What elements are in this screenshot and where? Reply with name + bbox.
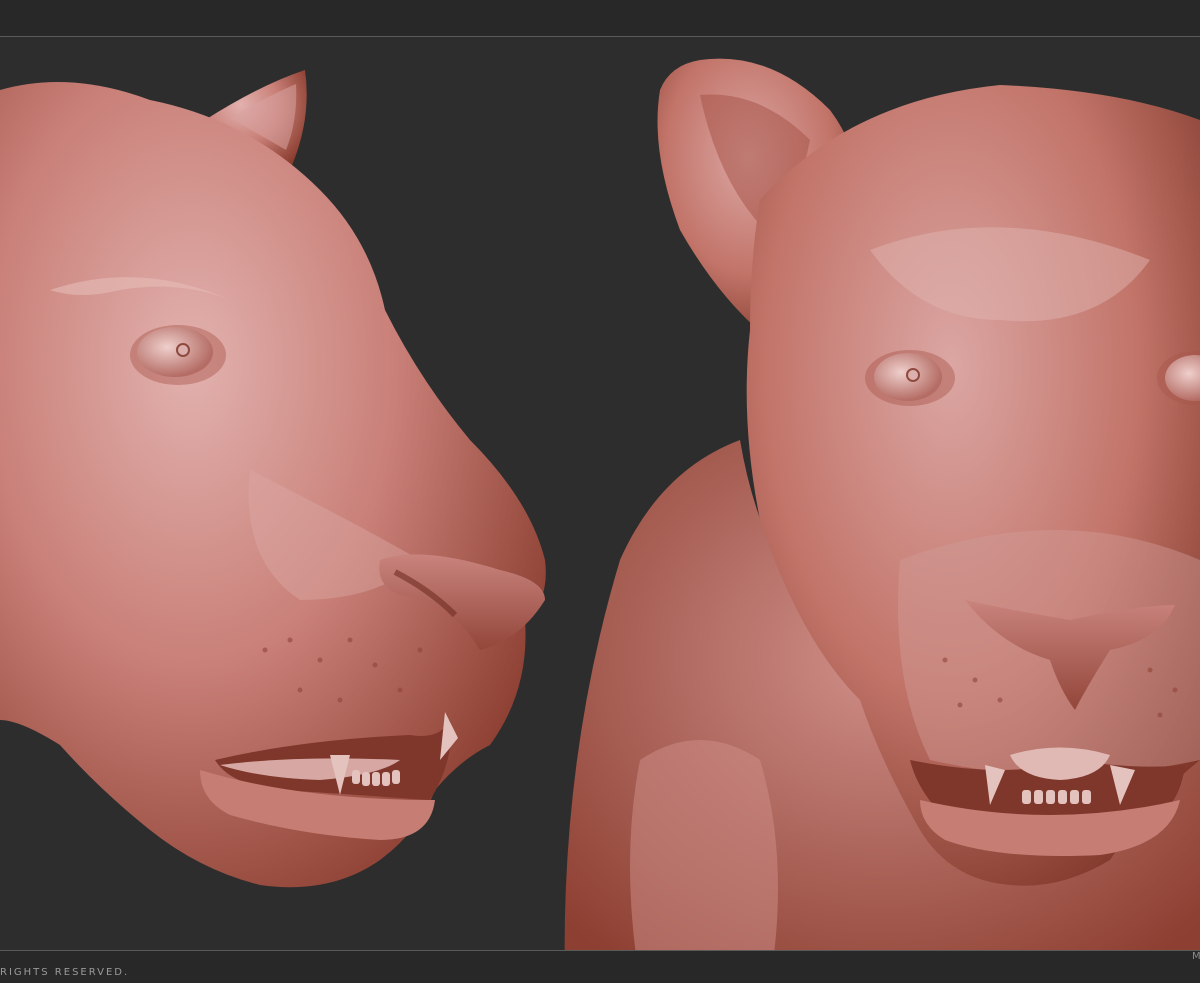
sculpt-render	[0, 58, 1200, 983]
side-eye	[137, 327, 213, 377]
corner-mark: M	[1192, 951, 1200, 962]
front-view-head	[564, 58, 1200, 983]
side-view-head	[0, 70, 546, 888]
bottom-bar	[0, 951, 1200, 983]
copyright-text: RIGHTS RESERVED.	[0, 967, 130, 978]
